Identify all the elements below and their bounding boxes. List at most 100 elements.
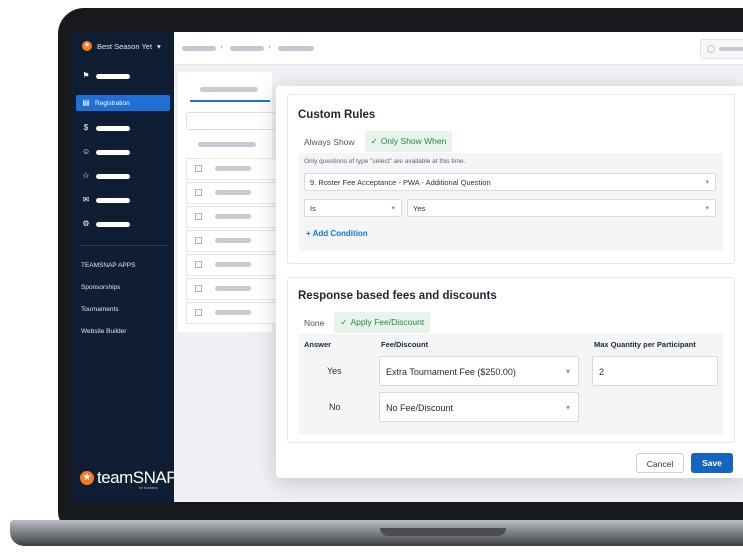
select-value: Yes (413, 204, 426, 213)
select-value: No Fee/Discount (386, 403, 454, 413)
operator-select[interactable]: Is ▾ (304, 199, 402, 217)
tab-none[interactable]: None (298, 313, 330, 333)
table-row[interactable] (186, 302, 280, 324)
sidebar-link-tournaments[interactable]: Tournaments (81, 306, 119, 313)
custom-rules-tabs: Always Show ✓ Only Show When (298, 131, 453, 152)
row-cell (215, 286, 251, 291)
org-logo-icon: ★ (82, 41, 92, 51)
chevron-right-icon: › (268, 42, 271, 51)
question-select[interactable]: 9. Roster Fee Acceptance - PWA - Additio… (304, 173, 716, 191)
column-header (198, 142, 256, 147)
check-icon: ✓ (340, 317, 348, 327)
column-header-answer: Answer (304, 340, 332, 349)
tab-always-show[interactable]: Always Show (298, 132, 361, 152)
mail-icon: ✉ (82, 195, 90, 204)
sidebar-item-placeholder (96, 73, 130, 79)
custom-rules-title: Custom Rules (298, 109, 376, 121)
save-button[interactable]: Save (691, 453, 733, 473)
sidebar-item-placeholder (96, 125, 130, 131)
sidebar-item-members[interactable]: ☺ (76, 144, 170, 160)
row-checkbox[interactable] (195, 189, 202, 196)
chevron-down-icon: ▾ (705, 205, 709, 212)
sidebar-link-website-builder[interactable]: Website Builder (81, 328, 126, 335)
sidebar-item-placeholder (96, 149, 130, 155)
chevron-down-icon: ▾ (391, 205, 395, 212)
row-cell (215, 214, 251, 219)
search-placeholder (719, 47, 743, 51)
row-cell (215, 166, 251, 171)
row-checkbox[interactable] (195, 213, 202, 220)
select-value: Is (310, 204, 316, 213)
column-header-max-qty: Max Quantity per Participant (594, 340, 696, 349)
background-list-card (178, 72, 280, 332)
sidebar-divider (80, 245, 168, 246)
fees-tabs: None ✓ Apply Fee/Discount (298, 312, 431, 333)
row-checkbox[interactable] (195, 165, 202, 172)
row-cell (215, 262, 251, 267)
tab-apply-fee-discount[interactable]: ✓ Apply Fee/Discount (334, 312, 431, 333)
document-icon: ▤ (82, 98, 90, 107)
tab-only-show-when[interactable]: ✓ Only Show When (364, 131, 453, 152)
row-cell (215, 310, 251, 315)
tab-label: Apply Fee/Discount (350, 317, 425, 327)
row-checkbox[interactable] (195, 309, 202, 316)
sidebar-item-label: Registration (95, 99, 130, 107)
row-checkbox[interactable] (195, 261, 202, 268)
sidebar-item-payments[interactable]: $ (76, 120, 170, 136)
table-row[interactable] (186, 254, 280, 276)
table-row[interactable] (186, 206, 280, 228)
table-row[interactable] (186, 230, 280, 252)
breadcrumb-item[interactable] (182, 46, 216, 51)
star-icon: ☆ (82, 171, 90, 180)
value-select[interactable]: Yes ▾ (407, 199, 716, 217)
sidebar-section-title: TEAMSNAP APPS (81, 262, 136, 269)
fee-select-no[interactable]: No Fee/Discount ▾ (379, 392, 579, 422)
check-icon: ✓ (370, 136, 378, 146)
table-row[interactable] (186, 182, 280, 204)
chevron-right-icon: › (220, 42, 223, 51)
table-row[interactable] (186, 158, 280, 180)
breadcrumb-item[interactable] (278, 46, 314, 51)
dollar-icon: $ (83, 123, 89, 132)
answer-yes: Yes (327, 366, 342, 376)
fees-table: Answer Fee/Discount Max Quantity per Par… (298, 334, 723, 434)
gear-icon: ⚙ (82, 219, 90, 228)
chevron-down-icon: ▾ (705, 179, 709, 186)
chevron-down-icon: ▾ (157, 41, 161, 51)
sidebar-item-favorites[interactable]: ☆ (76, 168, 170, 184)
sidebar-item-teams[interactable]: ⚑ (76, 68, 170, 84)
laptop-base (10, 520, 743, 546)
hint-text: Only questions of type "select" are avai… (304, 158, 466, 165)
sidebar-item-messages[interactable]: ✉ (76, 192, 170, 208)
star-icon: ★ (80, 471, 94, 485)
brand-name: teamSNAP (97, 468, 178, 487)
list-search-input[interactable] (186, 112, 278, 130)
sidebar-item-registration[interactable]: ▤ Registration (76, 95, 170, 111)
top-bar: › › (174, 32, 743, 65)
add-condition-button[interactable]: + Add Condition (306, 229, 368, 238)
custom-rules-section: Custom Rules Always Show ✓ Only Show When… (287, 94, 735, 264)
row-checkbox[interactable] (195, 237, 202, 244)
search-input[interactable] (700, 39, 743, 59)
select-value: Extra Tournament Fee ($250.00) (386, 367, 516, 377)
row-checkbox[interactable] (195, 285, 202, 292)
breadcrumb-item[interactable] (230, 46, 264, 51)
sidebar: ★ Best Season Yet ▾ ⚑ ▤ Registration $ ☺… (72, 32, 178, 502)
fees-section: Response based fees and discounts None ✓… (287, 277, 735, 443)
cancel-button[interactable]: Cancel (636, 453, 684, 473)
sidebar-link-sponsorships[interactable]: Sponsorships (81, 284, 120, 291)
tab-label: Only Show When (380, 136, 447, 146)
table-row[interactable] (186, 278, 280, 300)
fee-select-yes[interactable]: Extra Tournament Fee ($250.00) ▾ (379, 356, 579, 386)
sidebar-item-settings[interactable]: ⚙ (76, 216, 170, 232)
org-switcher[interactable]: ★ Best Season Yet ▾ (82, 41, 161, 51)
row-cell (215, 238, 251, 243)
laptop-notch (380, 528, 506, 536)
brand-logo: ★ teamSNAP (80, 468, 178, 488)
tab-placeholder[interactable] (200, 87, 258, 92)
row-cell (215, 190, 251, 195)
column-header-fee: Fee/Discount (381, 340, 429, 349)
chevron-down-icon: ▾ (565, 403, 570, 412)
chevron-down-icon: ▾ (565, 367, 570, 376)
max-quantity-input[interactable]: 2 (592, 356, 718, 386)
